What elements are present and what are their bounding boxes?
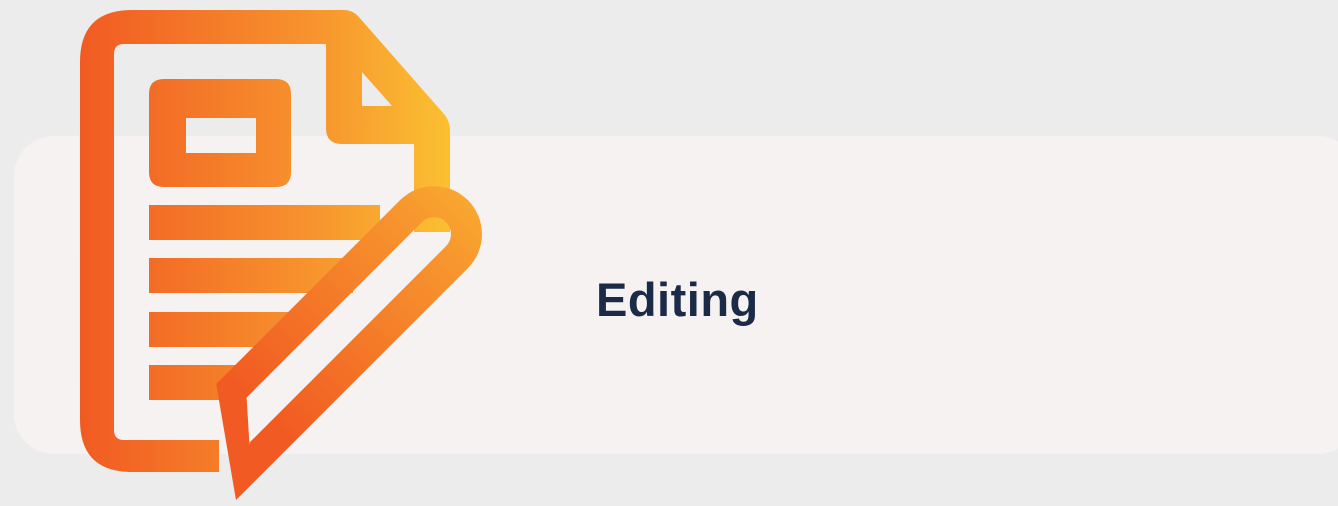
feature-label: Editing [596, 273, 759, 326]
image-placeholder-icon [149, 79, 291, 187]
document-edit-icon [80, 10, 482, 500]
text-line [149, 205, 380, 240]
